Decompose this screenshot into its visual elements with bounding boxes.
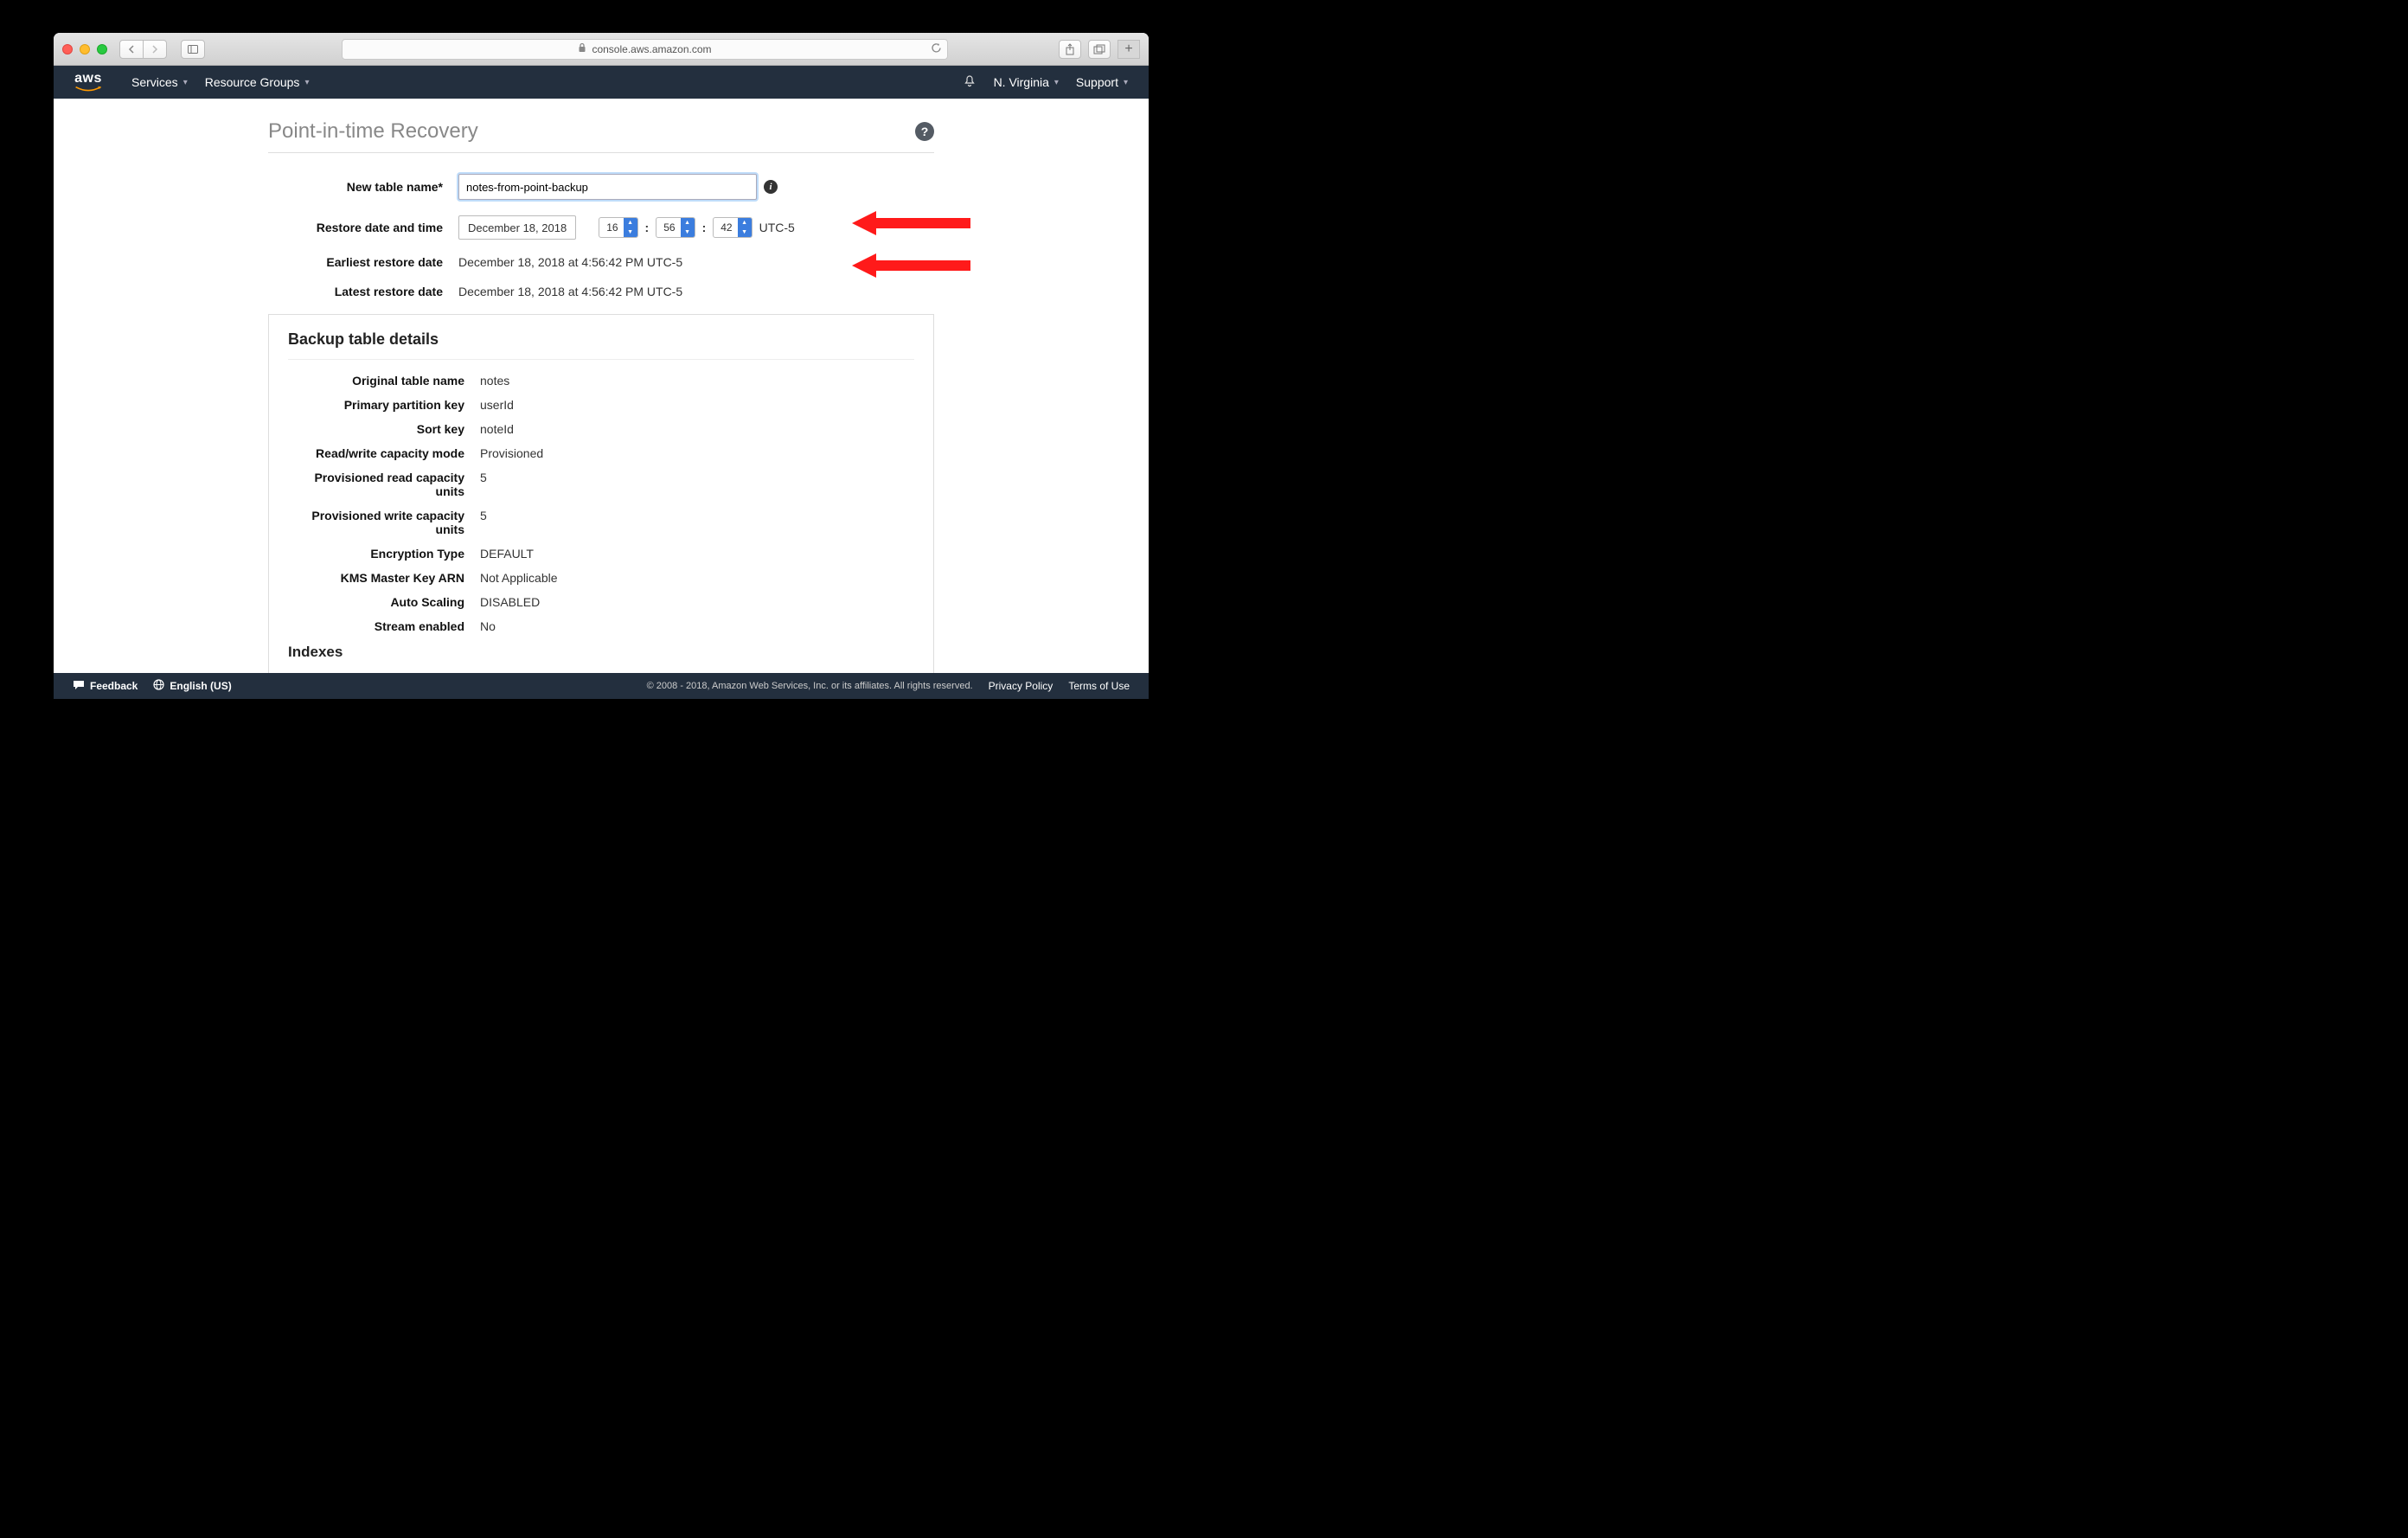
lock-icon <box>578 42 586 55</box>
kms-arn: Not Applicable <box>480 571 558 585</box>
encryption-type: DEFAULT <box>480 547 534 561</box>
page-content: Point-in-time Recovery ? New table name*… <box>54 99 1149 673</box>
forward-button[interactable] <box>143 40 167 59</box>
tabs-button[interactable] <box>1088 40 1111 59</box>
restore-second-stepper[interactable]: 42 ▲▼ <box>713 217 752 238</box>
restore-date-picker[interactable]: December 18, 2018 <box>458 215 576 240</box>
window-controls <box>62 44 107 54</box>
back-button[interactable] <box>119 40 144 59</box>
panel-title: Backup table details <box>288 330 914 360</box>
share-button[interactable] <box>1059 40 1081 59</box>
new-tab-button[interactable]: + <box>1118 40 1140 59</box>
language-selector[interactable]: English (US) <box>153 679 231 693</box>
annotation-arrow <box>852 211 970 235</box>
url-host: console.aws.amazon.com <box>592 43 711 55</box>
timezone-label: UTC-5 <box>759 221 795 234</box>
help-button[interactable]: ? <box>915 122 934 141</box>
info-icon[interactable]: i <box>764 180 778 194</box>
latest-restore-label: Latest restore date <box>268 285 458 298</box>
bell-icon <box>963 74 977 88</box>
aws-smile-icon <box>74 86 102 93</box>
privacy-policy-link[interactable]: Privacy Policy <box>989 680 1054 692</box>
restore-hour-stepper[interactable]: 16 ▲▼ <box>599 217 637 238</box>
indexes-heading: Indexes <box>288 644 914 661</box>
maximize-window-button[interactable] <box>97 44 107 54</box>
new-table-name-input[interactable] <box>458 174 757 200</box>
support-menu[interactable]: Support▾ <box>1076 75 1128 89</box>
terms-of-use-link[interactable]: Terms of Use <box>1068 680 1130 692</box>
feedback-link[interactable]: Feedback <box>73 680 138 693</box>
page-title: Point-in-time Recovery <box>268 119 915 144</box>
read-capacity: 5 <box>480 471 487 498</box>
notifications-button[interactable] <box>963 74 977 91</box>
aws-global-header: aws Services▾ Resource Groups▾ N. Virgin… <box>54 66 1149 99</box>
browser-titlebar: console.aws.amazon.com + <box>54 33 1149 66</box>
backup-details-panel: Backup table details Original table name… <box>268 314 934 673</box>
annotation-arrow <box>852 253 970 278</box>
minimize-window-button[interactable] <box>80 44 90 54</box>
address-bar[interactable]: console.aws.amazon.com <box>342 39 948 60</box>
reload-button[interactable] <box>931 42 942 56</box>
sidebar-toggle-button[interactable] <box>181 40 205 59</box>
restore-datetime-label: Restore date and time <box>268 221 458 234</box>
primary-partition-key: userId <box>480 398 514 412</box>
restore-minute-stepper[interactable]: 56 ▲▼ <box>656 217 695 238</box>
original-table-name: notes <box>480 374 509 388</box>
rw-mode: Provisioned <box>480 446 543 460</box>
new-table-name-label: New table name* <box>268 180 458 194</box>
close-window-button[interactable] <box>62 44 73 54</box>
speech-icon <box>73 680 85 693</box>
aws-logo[interactable]: aws <box>74 72 102 93</box>
copyright-text: © 2008 - 2018, Amazon Web Services, Inc.… <box>647 681 973 691</box>
services-menu[interactable]: Services▾ <box>131 75 188 89</box>
latest-restore-value: December 18, 2018 at 4:56:42 PM UTC-5 <box>458 285 934 298</box>
globe-icon <box>153 679 164 693</box>
region-selector[interactable]: N. Virginia▾ <box>994 75 1059 89</box>
auto-scaling: DISABLED <box>480 595 540 609</box>
stream-enabled: No <box>480 619 496 633</box>
write-capacity: 5 <box>480 509 487 536</box>
earliest-restore-label: Earliest restore date <box>268 255 458 269</box>
aws-footer: Feedback English (US) © 2008 - 2018, Ama… <box>54 673 1149 699</box>
browser-window: console.aws.amazon.com + aws Services▾ R… <box>54 33 1149 699</box>
resource-groups-menu[interactable]: Resource Groups▾ <box>205 75 310 89</box>
sort-key: noteId <box>480 422 514 436</box>
